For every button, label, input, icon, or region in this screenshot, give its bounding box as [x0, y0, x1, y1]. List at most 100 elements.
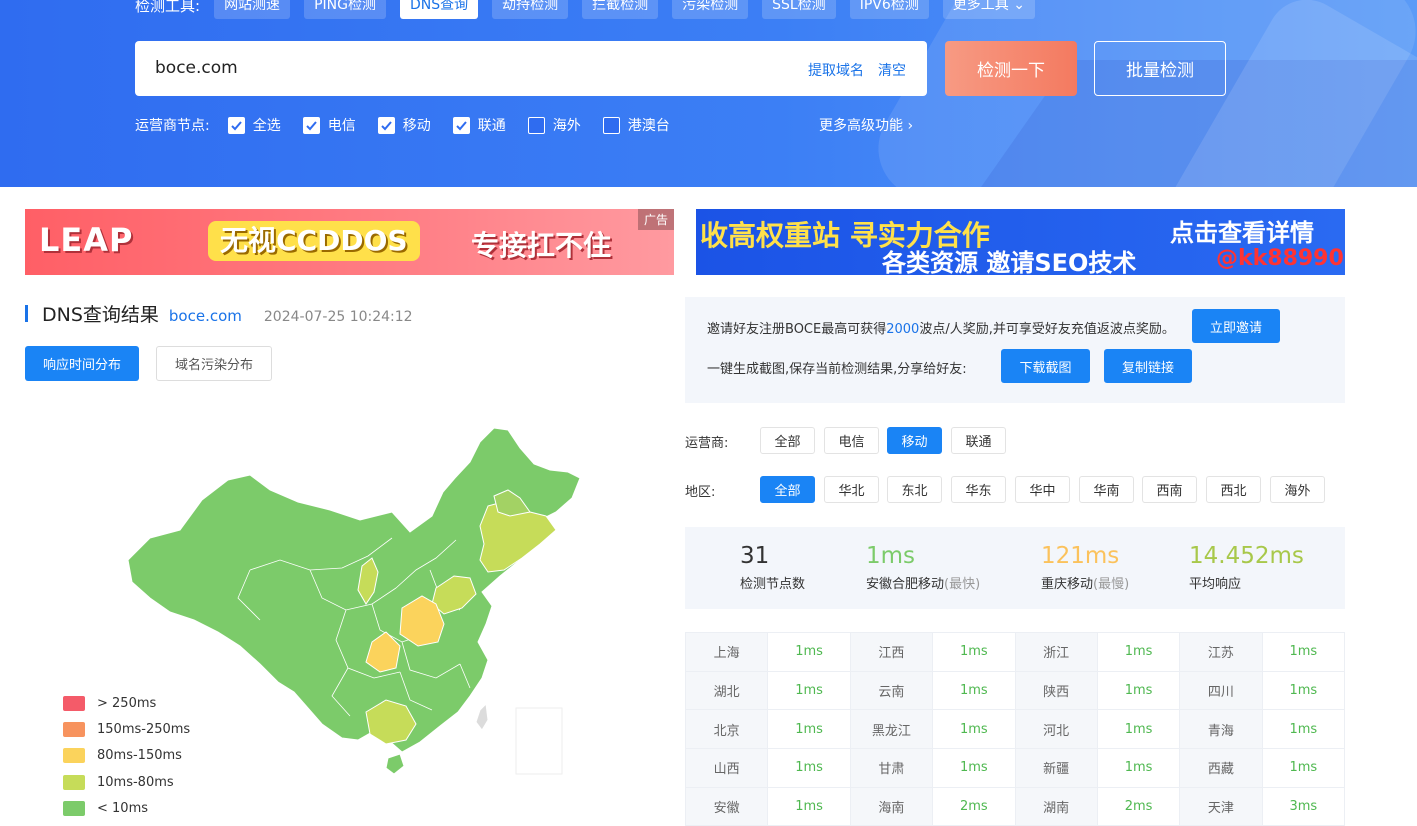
copy-link-button[interactable]: 复制链接	[1104, 349, 1192, 383]
map-region-mainland	[127, 427, 581, 753]
region-filter-east[interactable]: 华东	[951, 476, 1006, 503]
result-timestamp: 2024-07-25 10:24:12	[263, 309, 413, 325]
isp-filter-telecom[interactable]: 电信	[824, 427, 879, 454]
legend-swatch	[63, 774, 85, 790]
table-cell-time: 1ms	[933, 671, 1016, 711]
region-filter-central[interactable]: 华中	[1015, 476, 1070, 503]
invite-button[interactable]: 立即邀请	[1192, 309, 1280, 343]
isp-checkbox-all[interactable]: 全选	[227, 115, 281, 135]
isp-checkbox-label: 联通	[477, 118, 506, 134]
ad-banner-left[interactable]: LEAP 无视CCDDOS 专接扛不住 广告	[25, 209, 674, 275]
invite-panel: 邀请好友注册BOCE最高可获得2000波点/人奖励,并可享受好友充值返波点奖励。…	[685, 297, 1345, 403]
table-cell-city: 浙江	[1015, 633, 1098, 672]
table-cell-city: 河北	[1015, 710, 1098, 750]
table-cell-city: 黑龙江	[850, 710, 934, 750]
table-cell-time: 1ms	[1262, 633, 1345, 672]
stat-fastest-value: 1ms	[866, 543, 916, 569]
table-cell-time: 1ms	[1262, 749, 1345, 788]
tool-ipv6[interactable]: IPV6检测	[849, 0, 929, 19]
table-cell-city: 陕西	[1015, 671, 1098, 711]
table-cell-time: 1ms	[1262, 671, 1345, 711]
isp-checkbox-label: 海外	[552, 118, 581, 134]
legend-label: > 250ms	[97, 695, 157, 711]
stat-slowest-value: 121ms	[1041, 543, 1120, 569]
table-row: 湖北 1ms 云南 1ms 陕西 1ms 四川 1ms	[686, 671, 1345, 711]
ad-right-subline: 各类资源 邀请SEO技术	[882, 249, 1137, 275]
region-filter-north[interactable]: 华北	[824, 476, 879, 503]
batch-detect-button[interactable]: 批量检测	[1094, 41, 1226, 96]
download-screenshot-button[interactable]: 下载截图	[1001, 349, 1090, 383]
isp-checkbox-telecom[interactable]: 电信	[302, 115, 356, 135]
stat-fastest-label: 安徽合肥移动(最快)	[866, 573, 980, 592]
table-cell-time: 1ms	[933, 749, 1016, 788]
table-cell-city: 湖北	[686, 671, 769, 711]
isp-checkbox-label: 电信	[327, 118, 356, 134]
tool-hijack[interactable]: 劫持检测	[492, 0, 569, 19]
domain-input[interactable]	[155, 55, 755, 81]
table-cell-time: 2ms	[1097, 787, 1181, 826]
checkbox-checked-icon	[227, 116, 245, 134]
table-cell-city: 江苏	[1180, 633, 1263, 672]
tab-response-distribution[interactable]: 响应时间分布	[25, 346, 139, 381]
chevron-right-icon: ›	[907, 118, 914, 134]
table-row: 山西 1ms 甘肃 1ms 新疆 1ms 西藏 1ms	[686, 749, 1345, 788]
checkbox-checked-icon	[302, 116, 320, 134]
table-cell-time: 3ms	[1262, 787, 1345, 826]
advanced-features-link[interactable]: 更多高级功能 ›	[819, 115, 913, 135]
clear-link[interactable]: 清空	[878, 60, 906, 80]
tool-ssl[interactable]: SSL检测	[762, 0, 836, 19]
chevron-down-icon: ⌄	[1013, 0, 1025, 13]
table-cell-city: 江西	[850, 633, 934, 672]
isp-filter-unicom[interactable]: 联通	[951, 427, 1006, 454]
tool-pollution[interactable]: 污染检测	[672, 0, 749, 19]
extract-domain-link[interactable]: 提取域名	[808, 60, 864, 80]
ad-right-headline-a: 收高权重站	[700, 219, 841, 252]
isp-checkbox-unicom[interactable]: 联通	[452, 115, 506, 135]
table-cell-time: 1ms	[1097, 633, 1181, 672]
stat-average-label: 平均响应	[1189, 577, 1242, 592]
tool-more[interactable]: 更多工具 ⌄	[942, 0, 1035, 19]
tab-pollution-distribution[interactable]: 域名污染分布	[156, 346, 272, 381]
table-cell-time: 1ms	[1262, 710, 1345, 750]
table-cell-city: 青海	[1180, 710, 1263, 750]
checkbox-checked-icon	[452, 116, 470, 134]
advanced-features-label: 更多高级功能	[819, 118, 903, 134]
region-filter-all[interactable]: 全部	[760, 476, 815, 503]
detect-button[interactable]: 检测一下	[945, 41, 1077, 96]
region-filter-south[interactable]: 华南	[1079, 476, 1134, 503]
stat-fastest-mark: (最快)	[944, 577, 981, 592]
table-cell-time: 1ms	[1097, 671, 1181, 711]
isp-node-label: 运营商节点:	[135, 118, 210, 134]
result-domain[interactable]: boce.com	[169, 307, 242, 325]
region-filter-northwest[interactable]: 西北	[1206, 476, 1261, 503]
tool-website-speed[interactable]: 网站测速	[214, 0, 291, 19]
table-cell-time: 1ms	[1097, 710, 1181, 750]
ad-banner-right[interactable]: 收高权重站 寻实力合作 各类资源 邀请SEO技术 点击查看详情 @kk88990…	[696, 209, 1345, 275]
isp-filter-mobile[interactable]: 移动	[887, 427, 942, 454]
legend-item: > 250ms	[63, 690, 190, 716]
region-filter-overseas[interactable]: 海外	[1270, 476, 1325, 503]
stat-fastest-node: 安徽合肥移动	[866, 577, 945, 592]
table-cell-time: 1ms	[768, 633, 851, 672]
region-filter-northeast[interactable]: 东北	[887, 476, 942, 503]
ad-left-word2: 无视CCDDOS	[208, 221, 420, 261]
table-row: 上海 1ms 江西 1ms 浙江 1ms 江苏 1ms	[686, 633, 1345, 672]
isp-checkbox-label: 港澳台	[627, 118, 670, 134]
stat-slowest-mark: (最慢)	[1093, 577, 1130, 592]
stats-panel: 31 检测节点数 1ms 安徽合肥移动(最快) 121ms 重庆移动(最慢) 1…	[685, 527, 1345, 609]
stat-fastest: 1ms 安徽合肥移动(最快)	[866, 543, 980, 592]
isp-checkbox-hmt[interactable]: 港澳台	[602, 115, 670, 135]
map-region-hainan	[385, 753, 405, 775]
isp-checkbox-overseas[interactable]: 海外	[527, 115, 581, 135]
tool-nav-label: 检测工具:	[135, 0, 201, 15]
isp-filter-all[interactable]: 全部	[760, 427, 815, 454]
tool-block[interactable]: 拦截检测	[582, 0, 659, 19]
table-cell-city: 安徽	[686, 787, 769, 826]
table-cell-city: 天津	[1180, 787, 1263, 826]
search-box: 提取域名 清空	[135, 41, 927, 96]
isp-checkbox-mobile[interactable]: 移动	[377, 115, 431, 135]
region-filter-southwest[interactable]: 西南	[1142, 476, 1197, 503]
legend-swatch	[63, 695, 85, 711]
tool-dns[interactable]: DNS查询	[399, 0, 479, 19]
tool-ping[interactable]: PING检测	[304, 0, 386, 19]
